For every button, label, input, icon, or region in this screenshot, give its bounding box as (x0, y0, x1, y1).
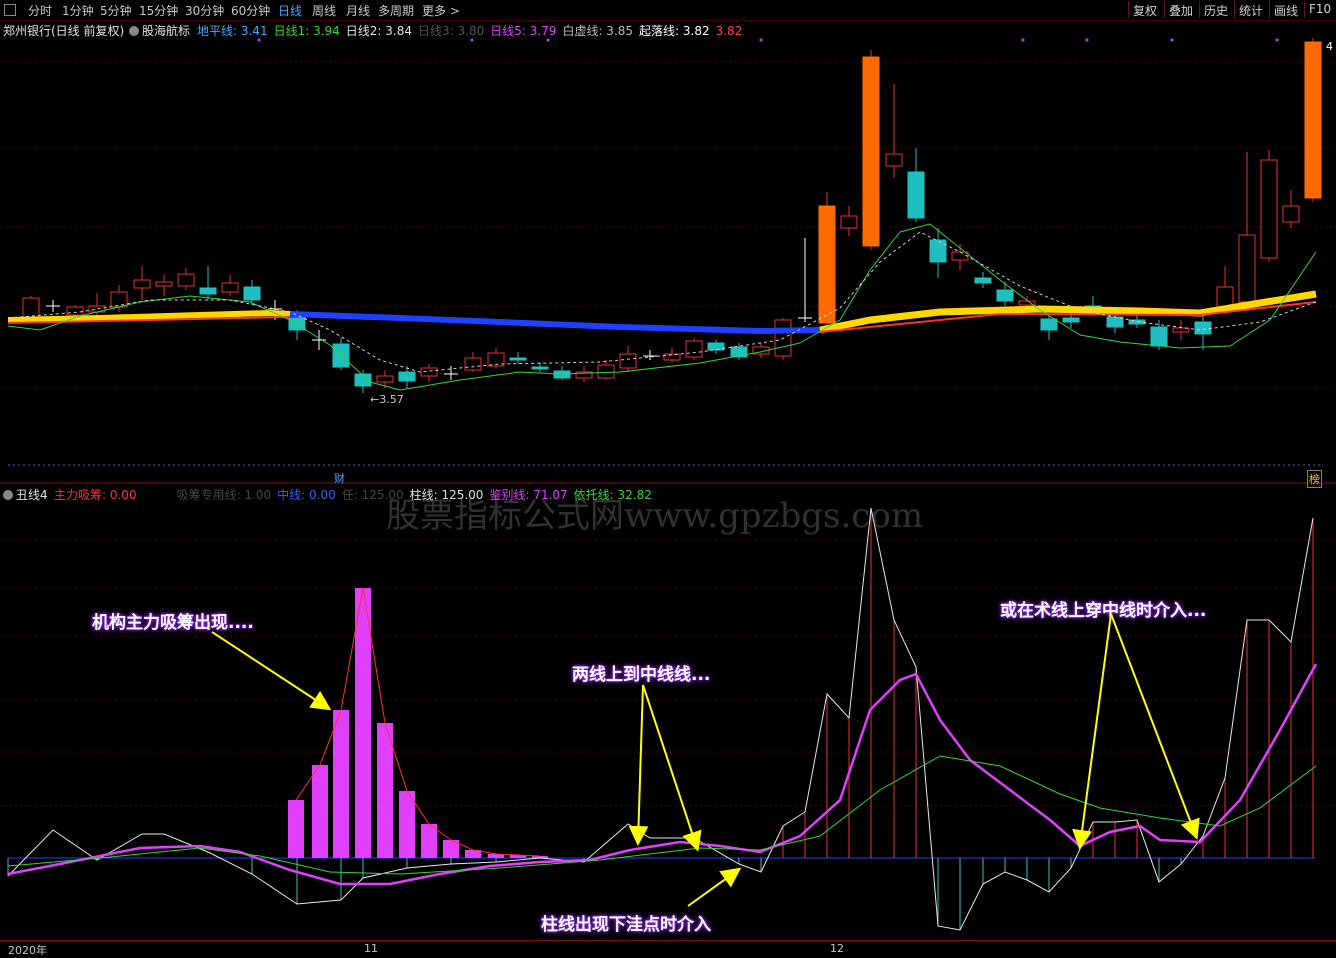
arrow-accumulation (211, 631, 332, 711)
arrow-bar-dip (687, 867, 742, 907)
arrow-two-lines-a (628, 684, 649, 846)
arrow-cross-b (1110, 613, 1200, 840)
arrow-two-lines-b (642, 684, 702, 852)
x-axis-nov: 11 (364, 942, 378, 955)
x-axis-dec: 12 (830, 942, 844, 955)
x-axis (0, 940, 1336, 957)
callout-arrows (211, 613, 1200, 907)
arrow-cross-a (1072, 613, 1112, 850)
